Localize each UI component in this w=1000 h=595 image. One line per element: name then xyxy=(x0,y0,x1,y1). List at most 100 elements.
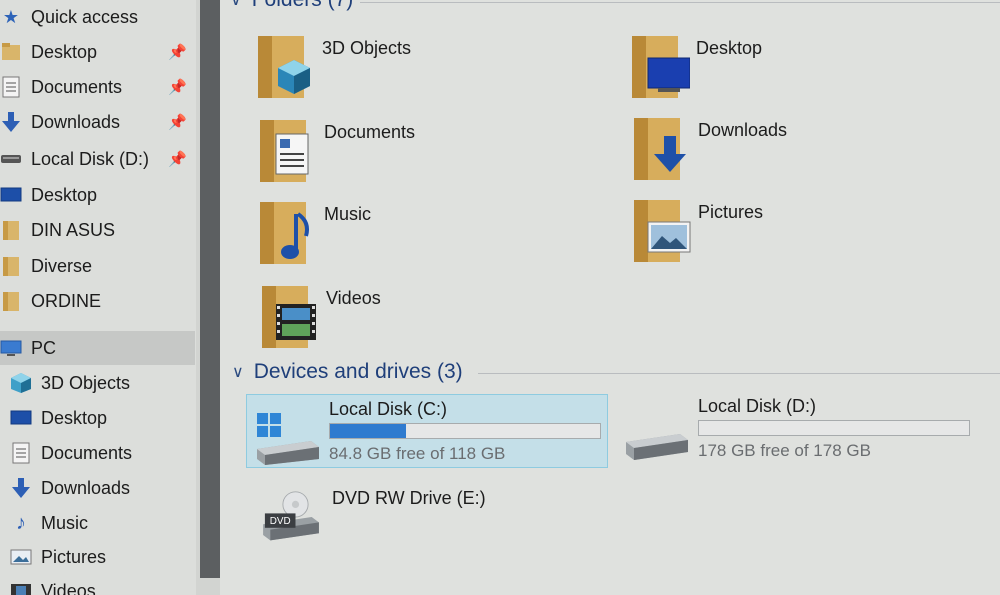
drive-usage-fill xyxy=(330,424,406,438)
downloads-arrow-icon xyxy=(0,111,22,133)
nav-item-desktop[interactable]: Desktop xyxy=(0,178,195,212)
pc-monitor-icon xyxy=(0,337,22,359)
nav-item-pc-downloads[interactable]: Downloads xyxy=(10,471,200,505)
nav-item-downloads-pinned[interactable]: Downloads 📌 xyxy=(0,105,195,139)
nav-item-pc-documents[interactable]: Documents xyxy=(10,436,200,470)
navigation-pane: ★ Quick access Desktop 📌 Documents 📌 Dow… xyxy=(0,0,200,595)
pin-icon[interactable]: 📌 xyxy=(168,43,187,61)
desktop-folder-icon xyxy=(632,36,690,98)
desktop-monitor-icon xyxy=(0,184,22,206)
nav-item-pc-videos[interactable]: Videos xyxy=(10,574,200,595)
chevron-down-icon[interactable]: ∨ xyxy=(230,0,242,10)
folder-icon xyxy=(0,219,22,241)
nav-item-label: Videos xyxy=(41,580,96,595)
nav-item-label: Local Disk (D:) xyxy=(31,148,150,169)
drive-label: DVD RW Drive (E:) xyxy=(332,488,486,508)
folder-label: Pictures xyxy=(698,202,764,222)
nav-item-label: Downloads xyxy=(31,111,121,132)
nav-item-pc[interactable]: PC xyxy=(0,331,195,365)
folder-icon xyxy=(0,255,22,277)
documents-icon xyxy=(10,442,32,464)
3d-objects-folder-icon xyxy=(258,36,310,98)
nav-item-label: Downloads xyxy=(41,477,131,498)
nav-item-3d-objects[interactable]: 3D Objects xyxy=(10,366,200,400)
drive-free-space: 84.8 GB free of 118 GB xyxy=(329,444,506,463)
folder-documents[interactable]: Documents xyxy=(258,116,588,196)
star-icon: ★ xyxy=(2,6,20,27)
folder-downloads[interactable]: Downloads xyxy=(632,114,962,194)
drive-label: Local Disk (C:) xyxy=(329,399,448,419)
downloads-arrow-icon xyxy=(10,477,32,499)
folder-desktop[interactable]: Desktop xyxy=(630,32,960,112)
documents-icon xyxy=(0,76,22,98)
drive-dvd-rw-e[interactable]: DVD DVD RW Drive (E:) xyxy=(250,484,610,556)
videos-icon xyxy=(10,580,32,595)
drive-local-disk-d[interactable]: Local Disk (D:) 178 GB free of 178 GB xyxy=(616,392,976,464)
folder-label: Music xyxy=(324,204,372,224)
nav-item-label: Documents xyxy=(41,442,133,463)
nav-item-din-asus[interactable]: DIN ASUS xyxy=(0,213,195,247)
nav-item-label: PC xyxy=(31,337,57,358)
nav-quick-access-label: Quick access xyxy=(31,6,139,27)
nav-item-label: Music xyxy=(41,512,89,533)
drive-local-disk-c[interactable]: Local Disk (C:) 84.8 GB free of 118 GB xyxy=(246,394,608,468)
folders-group-header[interactable]: ∨ Folders (7) xyxy=(230,0,353,12)
folder-label: Downloads xyxy=(698,120,788,140)
dvd-badge: DVD xyxy=(270,516,291,527)
nav-item-ordine[interactable]: ORDINE xyxy=(0,284,195,318)
nav-scrollbar-thumb[interactable] xyxy=(200,0,220,578)
content-pane: ∨ Folders (7) 3D Objects Desktop Doc xyxy=(220,0,1000,595)
nav-item-pc-music[interactable]: ♪ Music xyxy=(10,506,200,540)
drives-group-header[interactable]: ∨ Devices and drives (3) xyxy=(232,360,463,384)
drive-label: Local Disk (D:) xyxy=(698,396,817,416)
nav-item-label: Desktop xyxy=(41,407,108,428)
dvd-drive-icon: DVD xyxy=(263,491,319,541)
desktop-monitor-icon xyxy=(10,407,32,429)
drive-usage-bar xyxy=(698,420,970,436)
folder-label: 3D Objects xyxy=(322,38,412,58)
folder-music[interactable]: Music xyxy=(258,198,588,278)
folder-pictures[interactable]: Pictures xyxy=(632,196,962,276)
folders-header-label: Folders (7) xyxy=(252,0,354,12)
nav-item-pc-desktop[interactable]: Desktop xyxy=(10,401,200,435)
videos-folder-icon xyxy=(262,286,316,348)
group-divider xyxy=(478,373,1000,374)
drives-header-label: Devices and drives (3) xyxy=(253,360,463,383)
folder-label: Desktop xyxy=(696,38,763,58)
chevron-down-icon[interactable]: ∨ xyxy=(232,362,244,382)
pin-icon[interactable]: 📌 xyxy=(168,113,187,131)
drive-icon xyxy=(0,148,22,170)
nav-item-label: Documents xyxy=(31,76,123,97)
pin-icon[interactable]: 📌 xyxy=(168,78,187,96)
folder-label: Videos xyxy=(326,288,381,308)
nav-item-label: Desktop xyxy=(31,41,98,62)
group-divider xyxy=(360,2,1000,3)
folder-videos[interactable]: Videos xyxy=(260,282,590,362)
nav-item-desktop-pinned[interactable]: Desktop 📌 xyxy=(0,35,195,69)
folder-3d-objects[interactable]: 3D Objects xyxy=(256,32,586,112)
folder-label: Documents xyxy=(324,122,416,142)
drive-free-space: 178 GB free of 178 GB xyxy=(698,441,871,460)
drive-icon xyxy=(626,434,688,460)
nav-item-label: 3D Objects xyxy=(41,372,131,393)
folder-icon xyxy=(0,290,22,312)
nav-item-documents-pinned[interactable]: Documents 📌 xyxy=(0,70,195,104)
downloads-folder-icon xyxy=(634,118,686,180)
nav-quick-access[interactable]: ★ Quick access xyxy=(0,0,195,34)
3d-objects-icon xyxy=(10,372,32,394)
nav-item-local-disk-d[interactable]: Local Disk (D:) 📌 xyxy=(0,142,195,176)
music-folder-icon xyxy=(260,202,309,264)
pictures-icon xyxy=(10,546,32,568)
nav-item-label: ORDINE xyxy=(31,290,102,311)
windows-drive-icon xyxy=(257,413,319,465)
pin-icon[interactable]: 📌 xyxy=(168,150,187,168)
nav-item-label: Diverse xyxy=(31,255,93,276)
nav-item-diverse[interactable]: Diverse xyxy=(0,249,195,283)
documents-folder-icon xyxy=(260,120,309,182)
nav-item-pc-pictures[interactable]: Pictures xyxy=(10,540,200,574)
music-note-icon: ♪ xyxy=(16,511,26,534)
drive-usage-bar xyxy=(329,423,601,439)
nav-item-label: Desktop xyxy=(31,184,98,205)
nav-item-label: DIN ASUS xyxy=(31,219,116,240)
folder-icon xyxy=(0,41,22,63)
